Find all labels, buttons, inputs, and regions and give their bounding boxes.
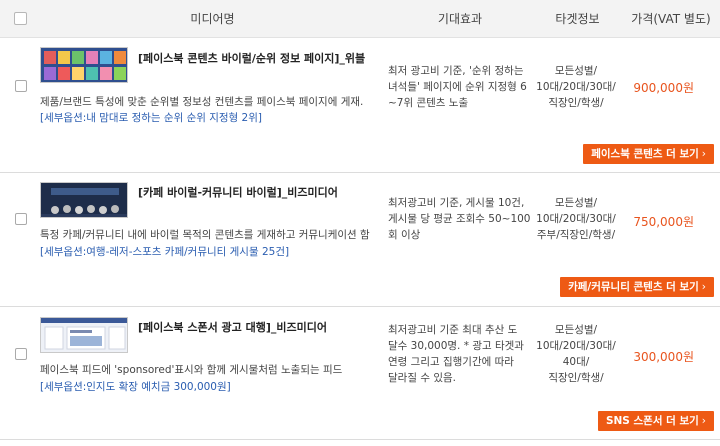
target-info: 모든성별/ 10대/20대/30대/ 주부/직장인/학생/	[530, 195, 622, 243]
select-all-checkbox[interactable]	[14, 12, 27, 25]
table-row: [페이스북 콘텐츠 바이럴/순위 정보 페이지]_위블 제품/브랜드 특성에 맞…	[0, 38, 720, 173]
target-line: 40대/	[562, 356, 590, 368]
effect-line: ~7위 콘텐츠 노출	[388, 97, 469, 109]
target-line: 직장인/학생/	[548, 97, 604, 109]
chevron-right-icon: ›	[701, 281, 706, 293]
target-line: 직장인/학생/	[548, 372, 604, 384]
facebook-content-more-button[interactable]: 페이스북 콘텐츠 더 보기 ›	[583, 144, 714, 164]
media-option: [세부옵션:인지도 확장 예치금 300,000원]	[40, 381, 231, 393]
price: 750,000원	[633, 215, 694, 229]
expected-effect: 최저광고비 기준, 게시물 10건, 게시물 당 평균 조회수 50~100 회…	[388, 195, 538, 243]
media-title[interactable]: [페이스북 스폰서 광고 대행]_비즈미디어	[138, 319, 327, 335]
chevron-right-icon: ›	[701, 415, 706, 427]
sns-sponsor-more-button[interactable]: SNS 스폰서 더 보기 ›	[597, 411, 714, 431]
chevron-right-icon: ›	[701, 148, 706, 160]
target-line: 10대/20대/30대/	[536, 340, 616, 352]
effect-line: 회 이상	[388, 229, 421, 241]
header-target-info: 타겟정보	[555, 12, 600, 26]
cafe-thumbnail[interactable]	[40, 182, 128, 218]
expected-effect: 최저광고비 기준 최대 추산 도 달수 30,000명. * 광고 타겟과 연령…	[388, 322, 538, 386]
button-label: 카페/커뮤니티 콘텐츠 더 보기	[568, 281, 699, 293]
media-title[interactable]: [페이스북 콘텐츠 바이럴/순위 정보 페이지]_위블	[138, 50, 365, 66]
effect-line: 최저 광고비 기준, '순위 정하는	[388, 65, 524, 77]
target-line: 10대/20대/30대/	[536, 213, 616, 225]
row-checkbox[interactable]	[15, 348, 27, 360]
sponsored-feed-thumbnail[interactable]	[40, 317, 128, 353]
row-checkbox[interactable]	[15, 213, 27, 225]
facebook-grid-thumbnail[interactable]	[40, 47, 128, 83]
target-line: 주부/직장인/학생/	[536, 229, 616, 241]
table-row: [카페 바이럴-커뮤니티 바이럴]_비즈미디어 특정 카페/커뮤니티 내에 바이…	[0, 173, 720, 307]
price: 300,000원	[633, 350, 694, 364]
target-line: 모든성별/	[554, 324, 598, 336]
header-expected-effect: 기대효과	[437, 12, 483, 26]
effect-line: 녀석들' 페이지에 순위 지정형 6	[388, 81, 527, 93]
table-row: [페이스북 스폰서 광고 대행]_비즈미디어 페이스북 피드에 'sponsor…	[0, 307, 720, 440]
effect-line: 연령 그리고 집행기간에 따라	[388, 356, 514, 368]
target-line: 모든성별/	[554, 65, 598, 77]
cafe-community-more-button[interactable]: 카페/커뮤니티 콘텐츠 더 보기 ›	[560, 277, 714, 297]
button-label: 페이스북 콘텐츠 더 보기	[591, 148, 699, 160]
expected-effect: 최저 광고비 기준, '순위 정하는 녀석들' 페이지에 순위 지정형 6 ~7…	[388, 63, 538, 111]
header-price: 가격(VAT 별도)	[631, 12, 711, 26]
media-title[interactable]: [카페 바이럴-커뮤니티 바이럴]_비즈미디어	[138, 184, 338, 200]
target-line: 10대/20대/30대/	[536, 81, 616, 93]
row-checkbox[interactable]	[15, 80, 27, 92]
media-description: 페이스북 피드에 'sponsored'표시와 함께 게시물처럼 노출되는 피드	[40, 364, 343, 376]
effect-line: 달라질 수 있음.	[388, 372, 456, 384]
price: 900,000원	[633, 81, 694, 95]
effect-line: 최저광고비 기준, 게시물 10건,	[388, 197, 525, 209]
header-media-name: 미디어명	[190, 12, 235, 26]
target-info: 모든성별/ 10대/20대/30대/ 40대/ 직장인/학생/	[530, 322, 622, 386]
effect-line: 최저광고비 기준 최대 추산 도	[388, 324, 518, 336]
effect-line: 달수 30,000명. * 광고 타겟과	[388, 340, 524, 352]
media-description: 제품/브랜드 특성에 맞춘 순위별 정보성 컨텐츠를 페이스북 페이지에 게재.	[40, 96, 364, 108]
target-line: 모든성별/	[554, 197, 598, 209]
media-option: [세부옵션:내 맘대로 정하는 순위 순위 지정형 2위]	[40, 112, 262, 124]
media-option: [세부옵션:여행-레저-스포츠 카페/커뮤니티 게시물 25건]	[40, 246, 290, 258]
media-description: 특정 카페/커뮤니티 내에 바이럴 목적의 콘텐츠를 게재하고 커뮤니케이션 함	[40, 229, 370, 241]
table-header: 미디어명 기대효과 타겟정보 가격(VAT 별도)	[0, 0, 720, 38]
button-label: SNS 스폰서 더 보기	[605, 415, 699, 427]
target-info: 모든성별/ 10대/20대/30대/ 직장인/학생/	[530, 63, 622, 111]
effect-line: 게시물 당 평균 조회수 50~100	[388, 213, 531, 225]
